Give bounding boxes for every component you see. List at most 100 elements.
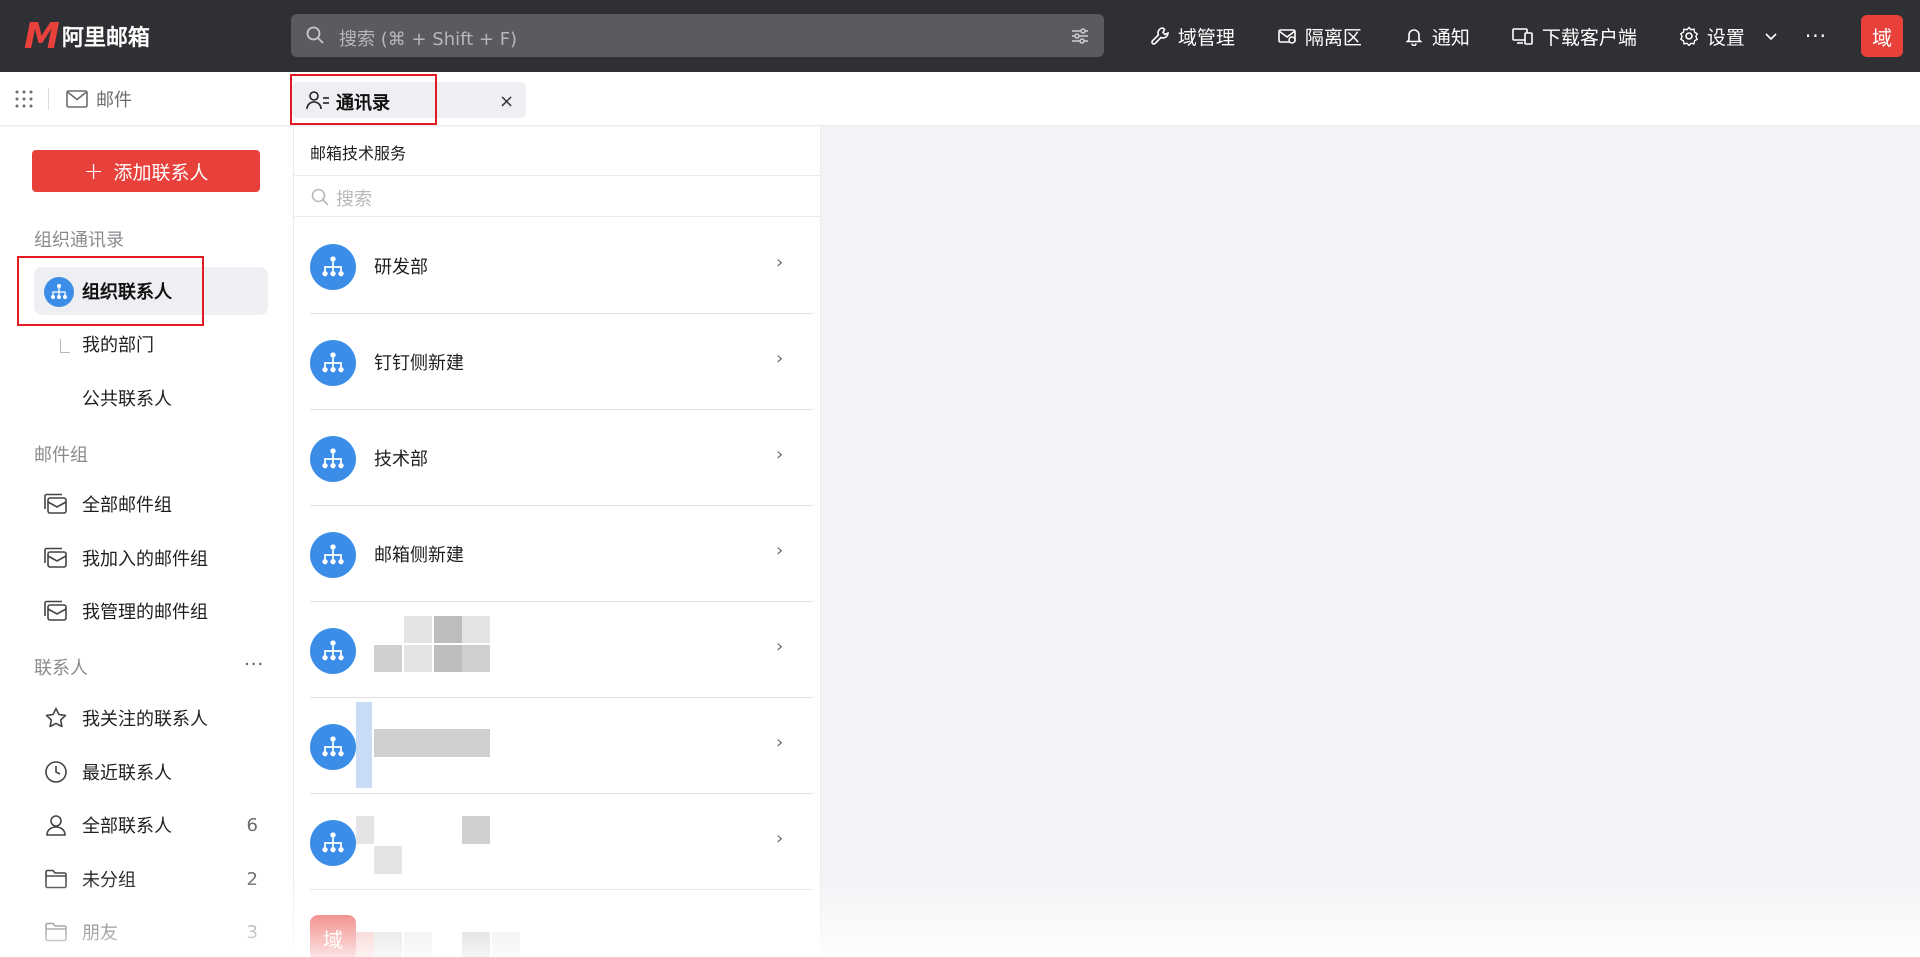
filter-settings-icon[interactable]: [1070, 26, 1090, 46]
org-chart-icon: [310, 244, 356, 290]
wrench-icon: [1151, 27, 1169, 45]
top-actions: 域管理 隔离区 通知 下载客户端 设置 ··· 域: [1150, 0, 1920, 72]
download-client-button[interactable]: 下载客户端: [1512, 23, 1637, 50]
sidebar-item-my-dept[interactable]: 我的部门: [82, 326, 262, 362]
department-list-panel: 邮箱技术服务 搜索 研发部 › 钉钉侧新建 › 技术部 › 邮箱侧新建 › › …: [294, 127, 821, 957]
chevron-right-icon: ›: [776, 636, 784, 657]
list-item-redacted[interactable]: ›: [294, 698, 820, 794]
plus-icon: +: [83, 157, 104, 185]
list-search-input[interactable]: 搜索: [294, 175, 820, 217]
settings-button[interactable]: 设置: [1679, 23, 1745, 50]
user-avatar[interactable]: 域: [1861, 15, 1903, 57]
notify-button[interactable]: 通知: [1404, 23, 1470, 50]
redacted-block: [356, 702, 372, 788]
logo-text: 阿里邮箱: [61, 26, 150, 51]
org-chart-icon: [310, 340, 356, 386]
mail-icon: [66, 90, 88, 108]
sidebar-item-label: 我管理的邮件组: [82, 602, 208, 623]
section-title-contacts: 联系人: [34, 658, 88, 679]
sidebar-item-managed-groups[interactable]: 我管理的邮件组: [44, 593, 264, 629]
close-tab-icon[interactable]: ×: [499, 91, 514, 112]
clock-icon: [45, 761, 67, 783]
sidebar: + 添加联系人 组织通讯录 组织联系人 我的部门 公共联系人 邮件组 全部邮件组…: [0, 127, 294, 957]
bell-icon: [1405, 29, 1423, 46]
mail-group-icon: [44, 493, 67, 514]
sidebar-item-public-contacts[interactable]: 公共联系人: [82, 380, 262, 416]
chevron-down-icon[interactable]: [1763, 28, 1779, 44]
logo-mark: M: [24, 15, 60, 57]
chevron-right-icon: ›: [776, 732, 784, 753]
section-title-groups: 邮件组: [34, 445, 88, 466]
redacted-block: [404, 645, 432, 672]
detail-area: [822, 127, 1920, 957]
search-icon: [306, 26, 324, 44]
folder-icon: [45, 869, 67, 889]
tab-mail[interactable]: 邮件: [66, 86, 132, 112]
notify-label: 通知: [1431, 26, 1470, 49]
add-contact-button[interactable]: + 添加联系人: [32, 150, 260, 192]
list-item-redacted[interactable]: [294, 890, 820, 957]
chevron-right-icon: ›: [776, 444, 784, 465]
sidebar-item-all-groups[interactable]: 全部邮件组: [44, 486, 264, 522]
contacts-more-button[interactable]: ···: [244, 654, 264, 675]
app-grid-icon[interactable]: [14, 89, 34, 109]
sidebar-item-label: 全部联系人: [82, 816, 172, 837]
highlight-box-tab: [290, 74, 437, 125]
redacted-block: [404, 616, 432, 643]
sidebar-item-starred[interactable]: 我关注的联系人: [44, 700, 264, 736]
chevron-right-icon: ›: [776, 348, 784, 369]
list-item-redacted[interactable]: ›: [294, 794, 820, 890]
department-name: 邮箱侧新建: [374, 545, 464, 566]
redacted-block: [492, 932, 520, 957]
count-badge: 6: [246, 814, 258, 836]
sidebar-item-recent[interactable]: 最近联系人: [44, 754, 264, 790]
chevron-right-icon: ›: [776, 828, 784, 849]
list-item-redacted[interactable]: ›: [294, 602, 820, 698]
tab-mail-label: 邮件: [96, 90, 132, 111]
quarantine-icon: [1278, 29, 1296, 44]
redacted-block: [462, 932, 490, 957]
tree-connector: [60, 339, 70, 353]
floating-avatar[interactable]: 域: [310, 915, 356, 957]
redacted-block: [434, 645, 462, 672]
domain-manage-button[interactable]: 域管理: [1150, 23, 1235, 50]
chevron-right-icon: ›: [776, 540, 784, 561]
mail-group-icon: [44, 547, 67, 568]
sidebar-item-ungrouped[interactable]: 未分组 2: [44, 861, 264, 897]
sidebar-item-label: 公共联系人: [82, 389, 172, 410]
list-search-placeholder: 搜索: [336, 189, 372, 210]
add-contact-label: 添加联系人: [113, 161, 209, 184]
redacted-block: [404, 932, 432, 957]
redacted-block: [374, 645, 402, 672]
quarantine-button[interactable]: 隔离区: [1277, 23, 1362, 50]
redacted-block: [462, 816, 490, 844]
devices-icon: [1512, 28, 1533, 45]
app-logo[interactable]: M 阿里邮箱: [24, 15, 150, 57]
person-icon: [46, 815, 66, 836]
redacted-block: [462, 616, 490, 643]
section-title-org: 组织通讯录: [34, 230, 124, 251]
org-chart-icon: [310, 436, 356, 482]
more-menu-button[interactable]: ···: [1805, 24, 1827, 48]
count-badge: 2: [246, 868, 258, 890]
redacted-block: [374, 932, 402, 957]
search-input[interactable]: 搜索 (⌘ + Shift + F): [291, 14, 1104, 57]
list-item[interactable]: 研发部 ›: [294, 218, 820, 314]
list-item[interactable]: 钉钉侧新建 ›: [294, 314, 820, 410]
mail-group-icon: [44, 600, 67, 621]
sidebar-item-joined-groups[interactable]: 我加入的邮件组: [44, 540, 264, 576]
org-chart-icon: [310, 724, 356, 770]
department-name: 技术部: [374, 449, 428, 470]
list-item[interactable]: 技术部 ›: [294, 410, 820, 506]
sidebar-item-label: 朋友: [82, 923, 118, 944]
list-item[interactable]: 邮箱侧新建 ›: [294, 506, 820, 602]
department-name: 钉钉侧新建: [374, 353, 464, 374]
redacted-block: [434, 616, 462, 643]
gear-icon: [1679, 26, 1699, 46]
settings-label: 设置: [1706, 26, 1745, 49]
sidebar-item-friends[interactable]: 朋友 3: [44, 914, 264, 950]
sidebar-item-label: 最近联系人: [82, 763, 172, 784]
org-chart-icon: [310, 628, 356, 674]
sidebar-item-label: 我加入的邮件组: [82, 549, 208, 570]
sidebar-item-all-contacts[interactable]: 全部联系人 6: [44, 807, 264, 843]
